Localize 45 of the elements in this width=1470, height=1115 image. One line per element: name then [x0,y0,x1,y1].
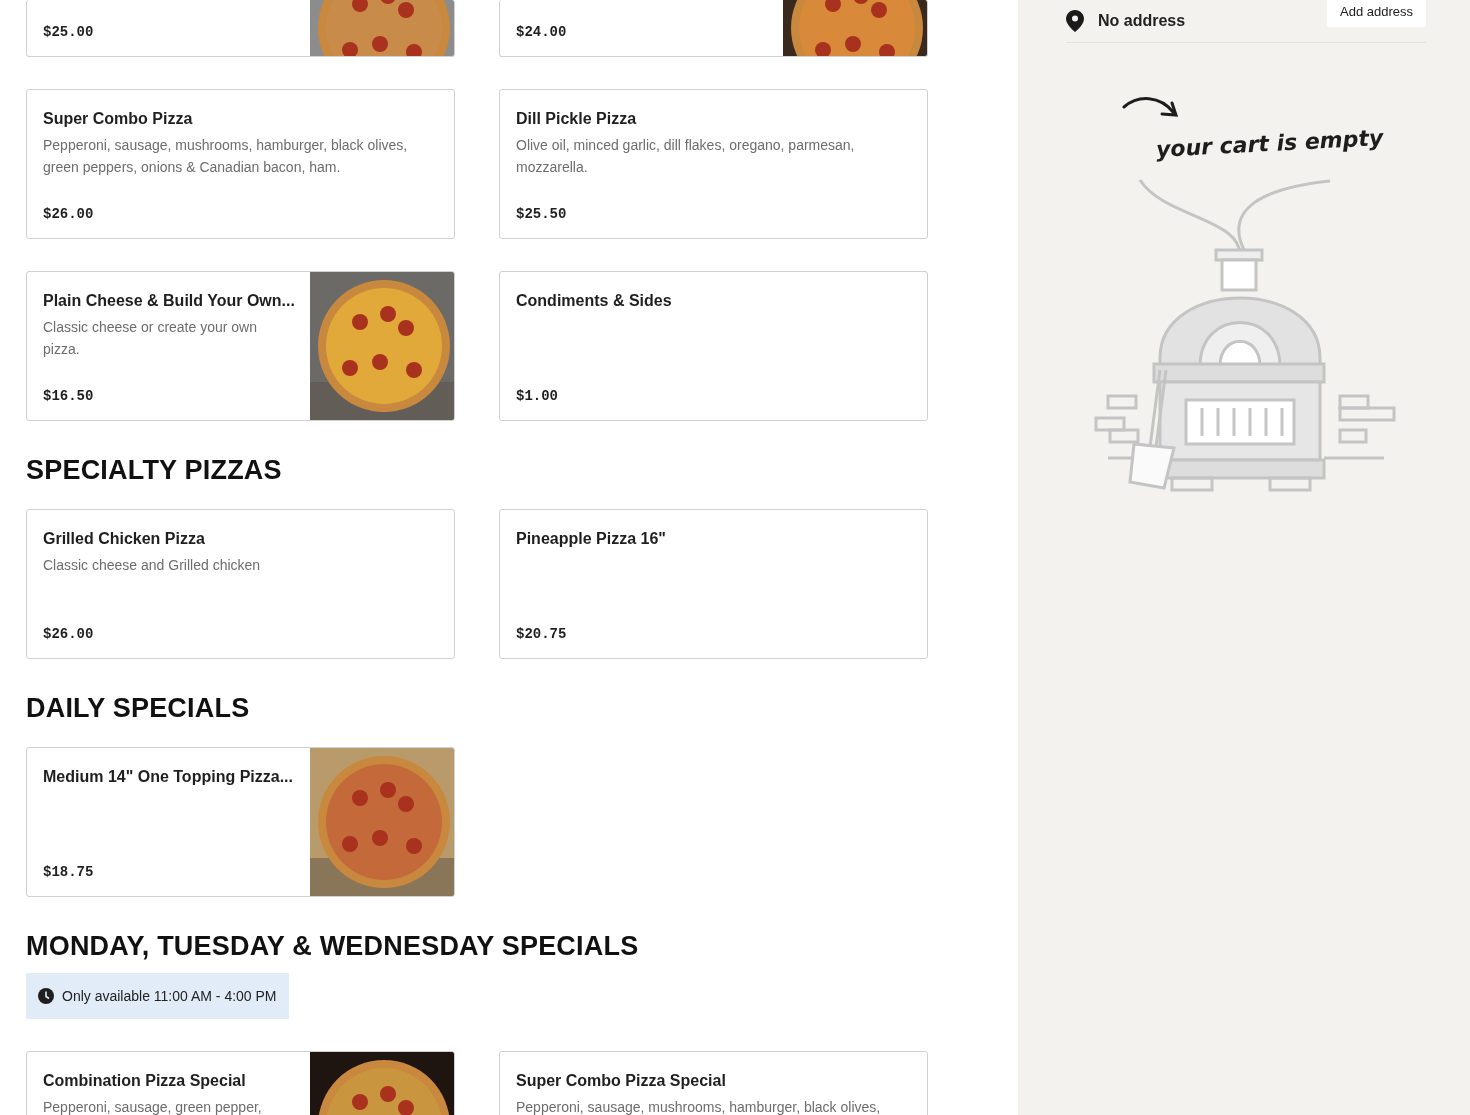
item-price: $26.00 [43,206,95,222]
item-price: $26.00 [43,626,95,642]
item-name: Dill Pickle Pizza [516,110,638,128]
menu-item-card[interactable]: Dill Pickle Pizza Olive oil, minced garlic, dill flakes, oregano, parmesan, mozzarella. $25.50 [499,89,928,239]
section-heading: DAILY SPECIALS [26,692,251,725]
item-description: Classic cheese or create your own pizza. [43,318,258,359]
address-text: No address [1098,12,1187,30]
item-name: Plain Cheese & Build Your Own... [43,292,294,310]
item-description: Classic cheese and Grilled chicken [43,556,262,575]
item-description: Pepperoni, sausage, green pepper, [43,1098,263,1115]
arrow-icon [1122,95,1180,119]
availability-text: Only available 11:00 AM - 4:00 PM [62,988,277,1004]
menu-item-card[interactable]: Super Combo Pizza Special Pepperoni, sausage, mushrooms, hamburger, black olives, [499,1051,928,1115]
item-price: $18.75 [43,864,95,880]
add-address-button[interactable]: Add address [1327,0,1426,27]
item-name: Super Combo Pizza [43,110,194,128]
item-price: $25.00 [43,24,95,40]
item-name: Pineapple Pizza 16" [516,530,667,548]
menu-item-card[interactable]: $24.00 [499,0,928,57]
menu-item-card[interactable]: Super Combo Pizza Pepperoni, sausage, mushrooms, hamburger, black olives, green peppers, onions & Canadian bacon, ham. $26.00 [26,89,455,239]
menu-item-card[interactable]: Plain Cheese & Build Your Own... Classic cheese or create your own pizza. $16.50 [26,271,455,421]
clock-icon [38,988,54,1004]
item-name: Condiments & Sides [516,292,673,310]
menu-item-card[interactable]: Pineapple Pizza 16" $20.75 [499,509,928,659]
item-description: Pepperoni, sausage, mushrooms, hamburger, black olives, green peppers, onions & Canadian bacon, ham. [43,136,409,177]
empty-cart-message: your cart is empty [1155,125,1384,162]
item-price: $16.50 [43,388,95,404]
menu-item-card[interactable]: $25.00 [26,0,455,57]
item-price: $1.00 [516,388,559,404]
menu-item-card[interactable]: Grilled Chicken Pizza Classic cheese and Grilled chicken $26.00 [26,509,455,659]
item-price: $24.00 [516,24,568,40]
item-name: Super Combo Pizza Special [516,1072,727,1090]
menu-item-card[interactable]: Medium 14" One Topping Pizza... $18.75 [26,747,455,897]
item-name: Combination Pizza Special [43,1072,247,1090]
section-heading: MONDAY, TUESDAY & WEDNESDAY SPECIALS [26,930,640,963]
location-pin-icon [1066,10,1084,32]
menu-item-card[interactable]: Combination Pizza Special Pepperoni, sausage, green pepper, [26,1051,455,1115]
item-price: $20.75 [516,626,568,642]
item-description: Olive oil, minced garlic, dill flakes, oregano, parmesan, mozzarella. [516,136,856,177]
section-heading: SPECIALTY PIZZAS [26,454,283,487]
menu-item-card[interactable]: Condiments & Sides $1.00 [499,271,928,421]
item-name: Grilled Chicken Pizza [43,530,206,548]
item-name: Medium 14" One Topping Pizza... [43,768,294,786]
item-price: $25.50 [516,206,568,222]
item-description: Pepperoni, sausage, mushrooms, hamburger, black olives, [516,1098,882,1115]
